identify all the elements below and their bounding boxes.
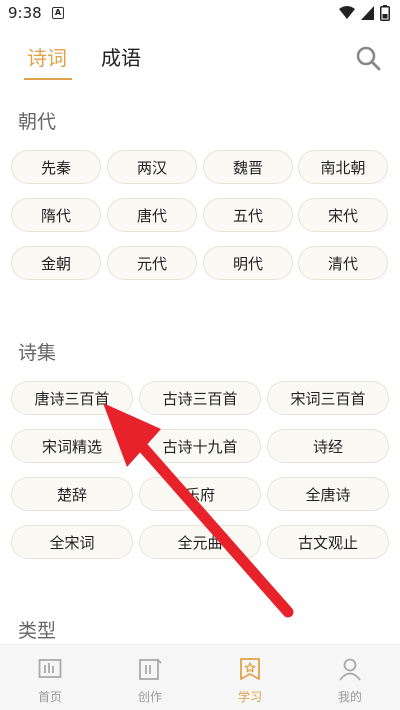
search-icon[interactable]: [354, 44, 382, 72]
collection-chip[interactable]: 古文观止: [267, 525, 389, 559]
nav-home[interactable]: 首页: [0, 645, 100, 710]
collection-chip[interactable]: 全元曲: [139, 525, 261, 559]
notification-icon: A: [52, 7, 64, 19]
nav-study[interactable]: 学习: [200, 645, 300, 710]
create-icon: [139, 658, 162, 680]
dynasty-chip[interactable]: 五代: [203, 198, 293, 232]
battery-icon: [380, 5, 390, 21]
collection-chip[interactable]: 全唐诗: [267, 477, 389, 511]
dynasty-chip[interactable]: 先秦: [11, 150, 101, 184]
collection-chip[interactable]: 古诗十九首: [139, 429, 261, 463]
collection-chip[interactable]: 全宋词: [11, 525, 133, 559]
nav-label-home: 首页: [37, 690, 62, 704]
top-tab-bar: 诗词 成语: [0, 36, 400, 84]
study-icon: [240, 658, 260, 680]
dynasty-chip[interactable]: 元代: [107, 246, 197, 280]
section-title-collection: 诗集: [18, 342, 57, 364]
status-bar: 9:38 A: [0, 0, 400, 28]
dynasty-chip[interactable]: 金朝: [11, 246, 101, 280]
collection-chip[interactable]: 诗经: [267, 429, 389, 463]
collection-chip[interactable]: 宋词精选: [11, 429, 133, 463]
annotation-arrow: [103, 403, 294, 618]
section-title-dynasty: 朝代: [18, 111, 57, 133]
active-tab-indicator: [24, 78, 72, 80]
dynasty-chip[interactable]: 唐代: [107, 198, 197, 232]
cellular-icon: [361, 6, 374, 20]
nav-label-create: 创作: [137, 690, 162, 704]
nav-profile[interactable]: 我的: [300, 645, 400, 710]
collection-chip[interactable]: 唐诗三百首: [11, 381, 133, 415]
collection-chip[interactable]: 楚辞: [11, 477, 133, 511]
dynasty-chip[interactable]: 隋代: [11, 198, 101, 232]
tab-poetry[interactable]: 诗词: [27, 42, 67, 71]
home-icon: [38, 659, 62, 678]
status-time: 9:38: [8, 4, 42, 22]
wifi-icon: [339, 6, 355, 19]
dynasty-chip[interactable]: 南北朝: [298, 150, 388, 184]
bottom-nav: 首页 创作 学习 我的: [0, 644, 400, 710]
nav-label-study: 学习: [237, 690, 262, 704]
dynasty-chip[interactable]: 两汉: [107, 150, 197, 184]
collection-chip[interactable]: 宋词三百首: [267, 381, 389, 415]
tab-idioms[interactable]: 成语: [101, 42, 141, 71]
dynasty-chip[interactable]: 宋代: [298, 198, 388, 232]
section-title-type: 类型: [18, 620, 57, 642]
dynasty-chip[interactable]: 明代: [203, 246, 293, 280]
dynasty-chip[interactable]: 清代: [298, 246, 388, 280]
profile-icon: [339, 658, 361, 681]
nav-label-profile: 我的: [337, 690, 362, 704]
status-icons: [339, 5, 390, 21]
collection-chip[interactable]: 古诗三百首: [139, 381, 261, 415]
dynasty-chip[interactable]: 魏晋: [203, 150, 293, 184]
collection-chip[interactable]: 乐府: [139, 477, 261, 511]
nav-create[interactable]: 创作: [100, 645, 200, 710]
